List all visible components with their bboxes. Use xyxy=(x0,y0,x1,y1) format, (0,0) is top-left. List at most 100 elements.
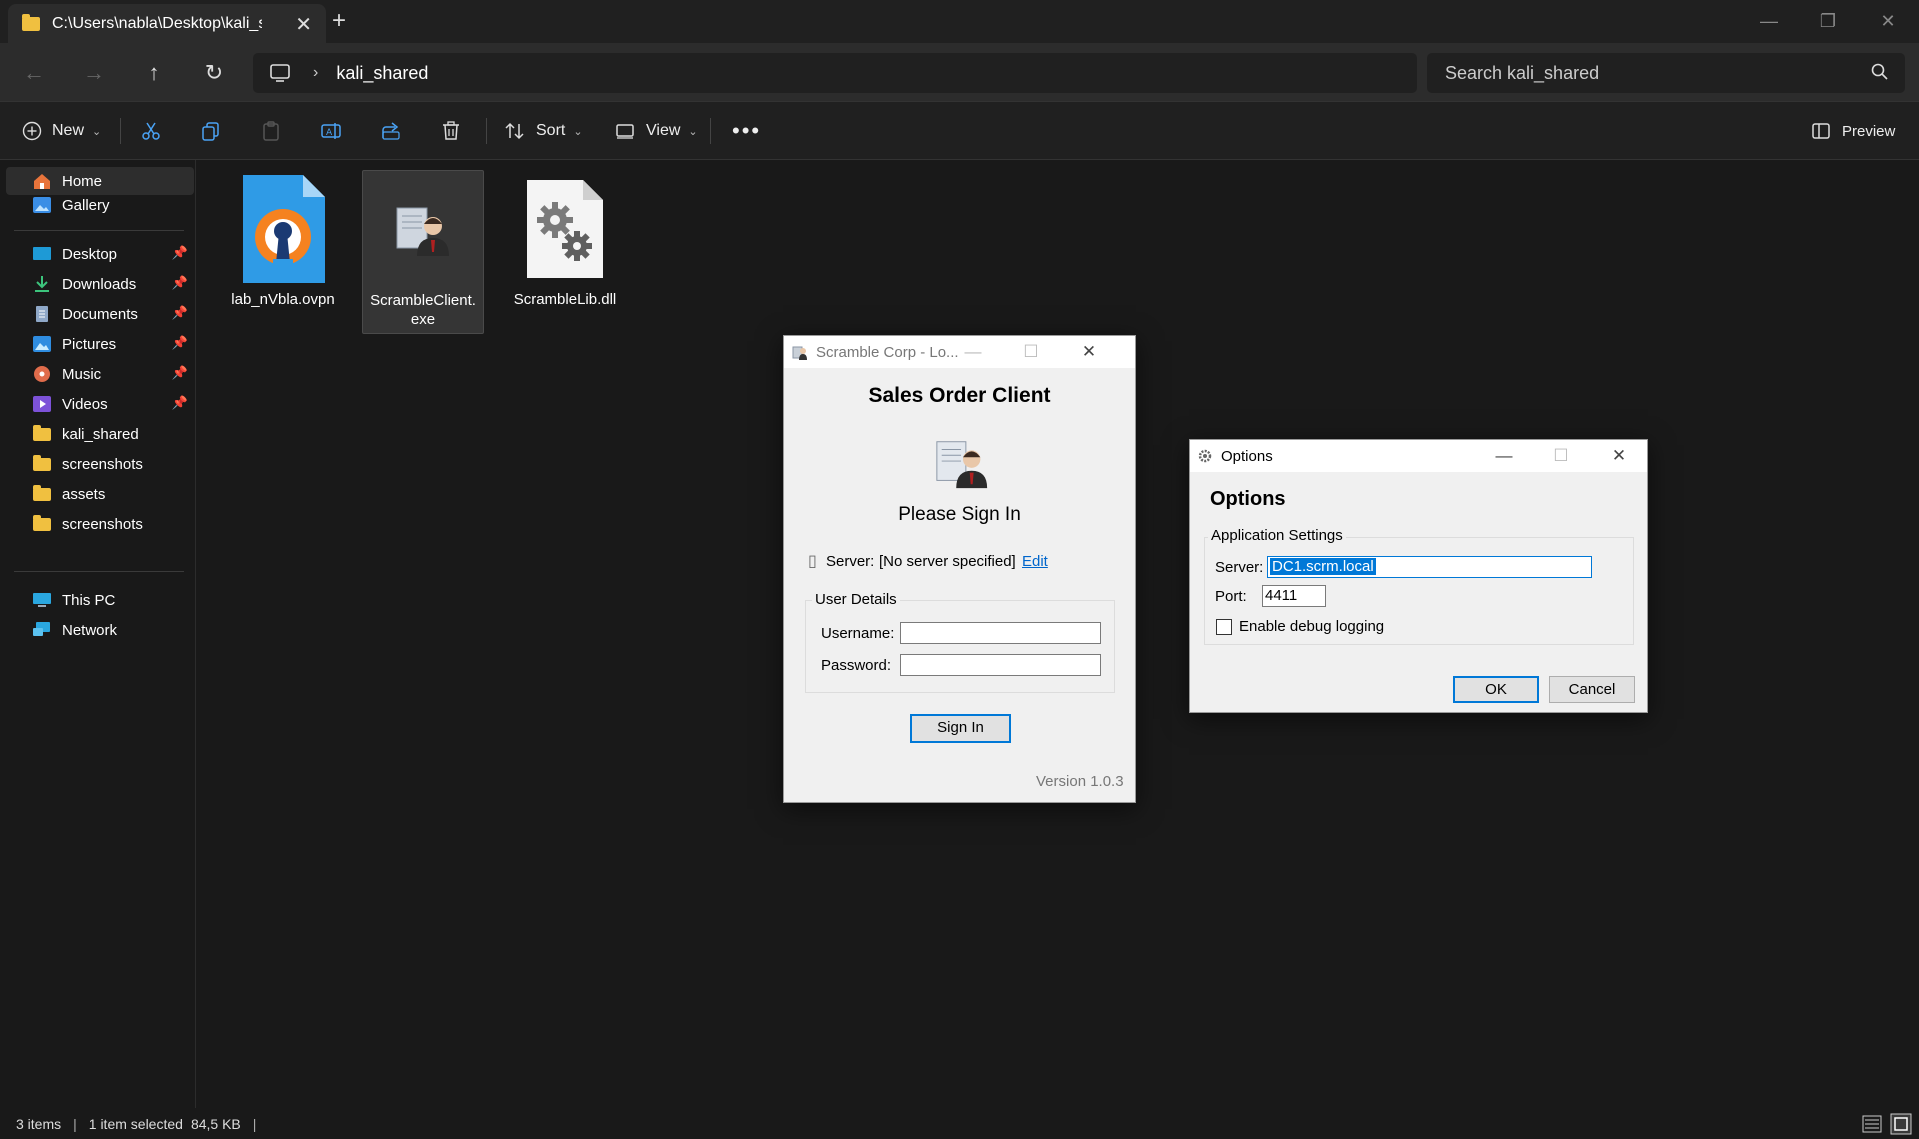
rename-icon: A xyxy=(321,123,341,139)
sidebar-item-pictures[interactable]: Pictures 📌 xyxy=(6,330,194,358)
version-label: Version 1.0.3 xyxy=(1036,773,1124,790)
sidebar-item-label: kali_shared xyxy=(62,425,139,443)
trash-icon xyxy=(443,121,459,140)
more-options-button[interactable]: ••• xyxy=(732,115,761,147)
details-view-icon[interactable] xyxy=(1862,1114,1882,1134)
share-button[interactable] xyxy=(380,115,402,147)
debug-logging-checkbox[interactable] xyxy=(1216,619,1232,635)
login-dialog-title: Scramble Corp - Lo... xyxy=(816,343,959,361)
sidebar-item-downloads[interactable]: Downloads 📌 xyxy=(6,270,194,298)
chevron-down-icon: ⌄ xyxy=(688,125,698,138)
view-label: View xyxy=(646,122,681,139)
sidebar-item-screenshots-2[interactable]: screenshots xyxy=(6,510,194,538)
status-bar: 3 items | 1 item selected 84,5 KB | xyxy=(0,1108,1919,1139)
dialog-heading: Sales Order Client xyxy=(868,384,1051,407)
refresh-button[interactable]: ↻ xyxy=(198,57,230,89)
sidebar-item-label: screenshots xyxy=(62,515,143,533)
sidebar-item-desktop[interactable]: Desktop 📌 xyxy=(6,240,194,268)
copy-button[interactable] xyxy=(200,115,222,147)
cancel-button[interactable]: Cancel xyxy=(1549,676,1635,703)
divider xyxy=(486,118,487,144)
preview-pane-button[interactable]: Preview xyxy=(1810,115,1895,147)
sidebar-item-label: Network xyxy=(62,621,118,639)
large-icons-view-icon[interactable] xyxy=(1890,1113,1912,1135)
file-name: lab_nVbla.ovpn xyxy=(231,291,335,308)
file-item[interactable]: ScrambleLib.dll xyxy=(504,170,626,313)
ok-button[interactable]: OK xyxy=(1453,676,1539,703)
username-input[interactable] xyxy=(900,622,1101,644)
download-icon xyxy=(32,275,52,293)
pin-icon[interactable]: 📌 xyxy=(172,245,188,261)
folder-icon xyxy=(32,484,52,503)
selection-size: 84,5 KB xyxy=(190,1115,241,1132)
login-dialog-titlebar[interactable]: Scramble Corp - Lo... — ☐ ✕ xyxy=(784,336,1135,368)
breadcrumb[interactable]: kali_shared xyxy=(336,63,428,84)
sidebar-item-gallery[interactable]: Gallery xyxy=(6,191,194,219)
back-button[interactable]: ← xyxy=(18,57,50,89)
sidebar-item-assets[interactable]: assets xyxy=(6,480,194,508)
item-count: 3 items xyxy=(16,1115,62,1132)
tab-kali-shared[interactable]: C:\Users\nabla\Desktop\kali_s ✕ xyxy=(8,4,326,43)
file-name: ScrambleLib.dll xyxy=(513,291,617,308)
port-input[interactable]: 4411 xyxy=(1262,585,1326,607)
svg-text:A: A xyxy=(326,128,333,138)
maximize-button[interactable]: ☐ xyxy=(1008,336,1054,368)
file-item[interactable]: lab_nVbla.ovpn xyxy=(222,170,344,313)
delete-button[interactable] xyxy=(440,115,462,147)
title-bar: C:\Users\nabla\Desktop\kali_s ✕ + — ❐ ✕ xyxy=(0,0,1919,43)
close-button[interactable]: ✕ xyxy=(1066,336,1112,368)
sidebar-item-documents[interactable]: Documents 📌 xyxy=(6,300,194,328)
password-input[interactable] xyxy=(900,654,1101,676)
file-item-selected[interactable]: ScrambleClient.exe xyxy=(362,170,484,334)
sidebar-item-screenshots[interactable]: screenshots xyxy=(6,450,194,478)
server-input[interactable]: DC1.scrm.local xyxy=(1267,556,1592,578)
pin-icon[interactable]: 📌 xyxy=(172,275,188,291)
sidebar-item-music[interactable]: Music 📌 xyxy=(6,360,194,388)
share-icon xyxy=(382,122,400,140)
username-label: Username: xyxy=(821,625,895,642)
up-button[interactable]: ↑ xyxy=(138,57,170,89)
preview-pane-icon xyxy=(1812,123,1830,139)
view-button[interactable]: View ⌄ xyxy=(614,115,698,147)
options-dialog-titlebar[interactable]: Options — ☐ ✕ xyxy=(1190,440,1647,472)
close-button[interactable]: ✕ xyxy=(1596,440,1642,472)
dialog-heading: Options xyxy=(1210,488,1286,510)
sign-in-button[interactable]: Sign In xyxy=(910,714,1011,743)
minimize-button[interactable]: — xyxy=(1749,6,1789,36)
gallery-icon xyxy=(32,196,52,214)
close-window-button[interactable]: ✕ xyxy=(1868,6,1908,36)
forward-button[interactable]: → xyxy=(78,57,110,89)
ellipsis-icon: ••• xyxy=(732,118,762,143)
pin-icon[interactable]: 📌 xyxy=(172,305,188,321)
password-label: Password: xyxy=(821,657,892,674)
close-tab-icon[interactable]: ✕ xyxy=(295,12,312,37)
sidebar-item-network[interactable]: Network xyxy=(6,616,194,644)
sidebar-item-label: screenshots xyxy=(62,455,143,473)
sidebar-item-this-pc[interactable]: This PC xyxy=(6,586,194,614)
maximize-button[interactable]: ☐ xyxy=(1538,440,1584,472)
new-tab-button[interactable]: + xyxy=(332,9,346,33)
search-input[interactable]: Search kali_shared xyxy=(1427,53,1905,93)
minimize-button[interactable]: — xyxy=(1481,440,1527,472)
user-details-legend: User Details xyxy=(812,591,900,608)
client-logo-icon xyxy=(933,434,991,497)
sidebar-item-label: Desktop xyxy=(62,245,118,263)
pin-icon[interactable]: 📌 xyxy=(172,395,188,411)
minimize-button[interactable]: — xyxy=(950,336,996,368)
search-icon[interactable] xyxy=(1869,61,1891,83)
desktop-icon xyxy=(32,245,52,263)
sidebar-item-kali-shared[interactable]: kali_shared xyxy=(6,420,194,448)
sidebar-item-videos[interactable]: Videos 📌 xyxy=(6,390,194,418)
new-button[interactable]: New ⌄ xyxy=(22,115,101,147)
sort-button[interactable]: Sort ⌄ xyxy=(504,115,583,147)
rename-button[interactable]: A xyxy=(320,115,342,147)
scissors-icon xyxy=(142,122,160,140)
maximize-button[interactable]: ❐ xyxy=(1808,6,1848,36)
pin-icon[interactable]: 📌 xyxy=(172,365,188,381)
address-input[interactable]: › kali_shared xyxy=(253,53,1417,93)
cut-button[interactable] xyxy=(140,115,162,147)
pin-icon[interactable]: 📌 xyxy=(172,335,188,351)
options-dialog: Options — ☐ ✕ Options Application Settin… xyxy=(1189,439,1648,713)
paste-button[interactable] xyxy=(260,115,282,147)
edit-server-link[interactable]: Edit xyxy=(1022,553,1048,570)
